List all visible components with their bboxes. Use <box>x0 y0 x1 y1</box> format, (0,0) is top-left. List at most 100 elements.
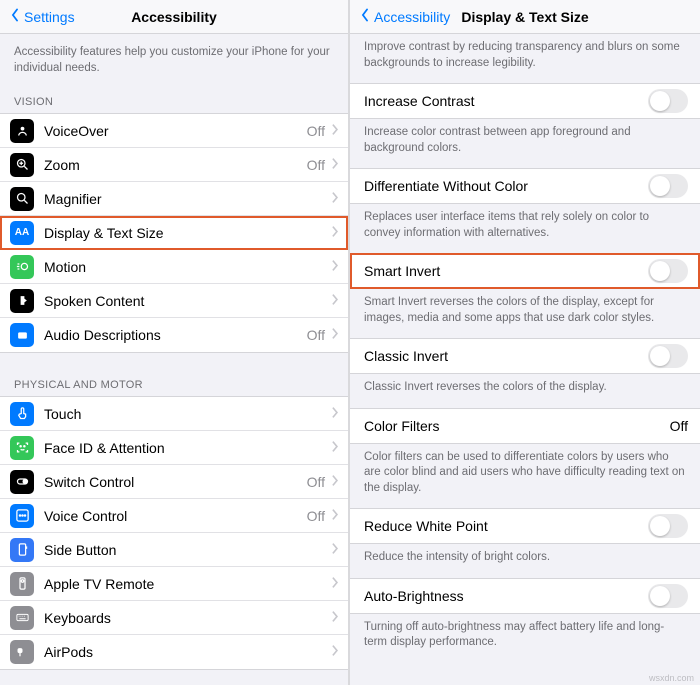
item-label: Audio Descriptions <box>44 327 307 343</box>
list-item[interactable]: Switch ControlOff <box>0 465 348 499</box>
toggle-switch[interactable] <box>648 344 688 368</box>
chevron-right-icon <box>329 406 340 422</box>
list-item[interactable]: VoiceOverOff <box>0 114 348 148</box>
setting-row[interactable]: Differentiate Without Color <box>350 168 700 204</box>
item-label: AirPods <box>44 644 329 660</box>
chevron-right-icon <box>329 327 340 343</box>
side-btn-icon <box>10 538 34 562</box>
vision-group: VoiceOverOffZoomOffMagnifierAADisplay & … <box>0 113 348 353</box>
list-item[interactable]: Touch <box>0 397 348 431</box>
item-value: Off <box>307 508 325 524</box>
setting-desc: Reduce the intensity of bright colors. <box>350 544 700 578</box>
item-value: Off <box>307 157 325 173</box>
chevron-right-icon <box>329 225 340 241</box>
magnifier-icon <box>10 187 34 211</box>
chevron-right-icon <box>329 259 340 275</box>
item-label: Touch <box>44 406 329 422</box>
toggle-switch[interactable] <box>648 584 688 608</box>
motor-group: TouchFace ID & AttentionSwitch ControlOf… <box>0 396 348 670</box>
list-item[interactable]: Spoken Content <box>0 284 348 318</box>
setting-label: Reduce White Point <box>364 518 648 534</box>
intro-text: Accessibility features help you customiz… <box>0 34 348 90</box>
back-button[interactable]: Settings <box>4 8 79 25</box>
list-item[interactable]: Voice ControlOff <box>0 499 348 533</box>
setting-row[interactable]: Reduce White Point <box>350 508 700 544</box>
chevron-right-icon <box>329 293 340 309</box>
chevron-right-icon <box>329 610 340 626</box>
setting-desc: Increase color contrast between app fore… <box>350 119 700 168</box>
setting-label: Auto-Brightness <box>364 588 648 604</box>
list-item[interactable]: AADisplay & Text Size <box>0 216 348 250</box>
item-label: Motion <box>44 259 329 275</box>
tv-remote-icon <box>10 572 34 596</box>
chevron-right-icon <box>329 440 340 456</box>
setting-label: Differentiate Without Color <box>364 178 648 194</box>
setting-value: Off <box>670 418 688 434</box>
item-value: Off <box>307 474 325 490</box>
item-label: Magnifier <box>44 191 329 207</box>
back-label: Settings <box>24 9 75 25</box>
list-item[interactable]: ZoomOff <box>0 148 348 182</box>
chevron-right-icon <box>329 576 340 592</box>
faceid-icon <box>10 436 34 460</box>
setting-row[interactable]: Classic Invert <box>350 338 700 374</box>
setting-row[interactable]: Color FiltersOff <box>350 408 700 444</box>
setting-label: Smart Invert <box>364 263 648 279</box>
toggle-switch[interactable] <box>648 514 688 538</box>
item-label: Switch Control <box>44 474 307 490</box>
toggle-switch[interactable] <box>648 174 688 198</box>
list-item[interactable]: Side Button <box>0 533 348 567</box>
setting-label: Classic Invert <box>364 348 648 364</box>
zoom-icon <box>10 153 34 177</box>
nav-bar: Accessibility Display & Text Size <box>350 0 700 34</box>
chevron-right-icon <box>329 474 340 490</box>
item-value: Off <box>307 123 325 139</box>
setting-desc: Replaces user interface items that rely … <box>350 204 700 253</box>
setting-desc: Classic Invert reverses the colors of th… <box>350 374 700 408</box>
chevron-left-icon <box>358 8 372 25</box>
setting-row[interactable]: Increase Contrast <box>350 83 700 119</box>
vision-header: VISION <box>0 90 348 113</box>
setting-desc: Smart Invert reverses the colors of the … <box>350 289 700 338</box>
item-label: Face ID & Attention <box>44 440 329 456</box>
setting-row[interactable]: Smart Invert <box>350 253 700 289</box>
touch-icon <box>10 402 34 426</box>
toggle-switch[interactable] <box>648 259 688 283</box>
setting-row[interactable]: Auto-Brightness <box>350 578 700 614</box>
list-item[interactable]: Face ID & Attention <box>0 431 348 465</box>
item-label: Voice Control <box>44 508 307 524</box>
list-item[interactable]: Magnifier <box>0 182 348 216</box>
chevron-right-icon <box>329 157 340 173</box>
item-value: Off <box>307 327 325 343</box>
airpods-icon <box>10 640 34 664</box>
list-item[interactable]: Audio DescriptionsOff <box>0 318 348 352</box>
item-label: VoiceOver <box>44 123 307 139</box>
motion-icon <box>10 255 34 279</box>
switch-icon <box>10 470 34 494</box>
voiceover-icon <box>10 119 34 143</box>
spoken-icon <box>10 289 34 313</box>
watermark: wsxdn.com <box>649 673 694 683</box>
nav-bar: Settings Accessibility <box>0 0 348 34</box>
motor-header: PHYSICAL AND MOTOR <box>0 373 348 396</box>
list-item[interactable]: Apple TV Remote <box>0 567 348 601</box>
chevron-right-icon <box>329 191 340 207</box>
item-label: Side Button <box>44 542 329 558</box>
item-label: Spoken Content <box>44 293 329 309</box>
list-item[interactable]: AirPods <box>0 635 348 669</box>
chevron-right-icon <box>329 644 340 660</box>
setting-desc: Color filters can be used to differentia… <box>350 444 700 509</box>
item-label: Zoom <box>44 157 307 173</box>
toggle-switch[interactable] <box>648 89 688 113</box>
setting-label: Increase Contrast <box>364 93 648 109</box>
setting-desc: Turning off auto-brightness may affect b… <box>350 614 700 663</box>
back-button[interactable]: Accessibility <box>354 8 454 25</box>
list-item[interactable]: Keyboards <box>0 601 348 635</box>
chevron-right-icon <box>329 123 340 139</box>
accessibility-pane: Settings Accessibility Accessibility fea… <box>0 0 350 685</box>
item-label: Keyboards <box>44 610 329 626</box>
list-item[interactable]: Motion <box>0 250 348 284</box>
item-label: Display & Text Size <box>44 225 329 241</box>
keyboard-icon <box>10 606 34 630</box>
top-desc: Improve contrast by reducing transparenc… <box>350 34 700 83</box>
